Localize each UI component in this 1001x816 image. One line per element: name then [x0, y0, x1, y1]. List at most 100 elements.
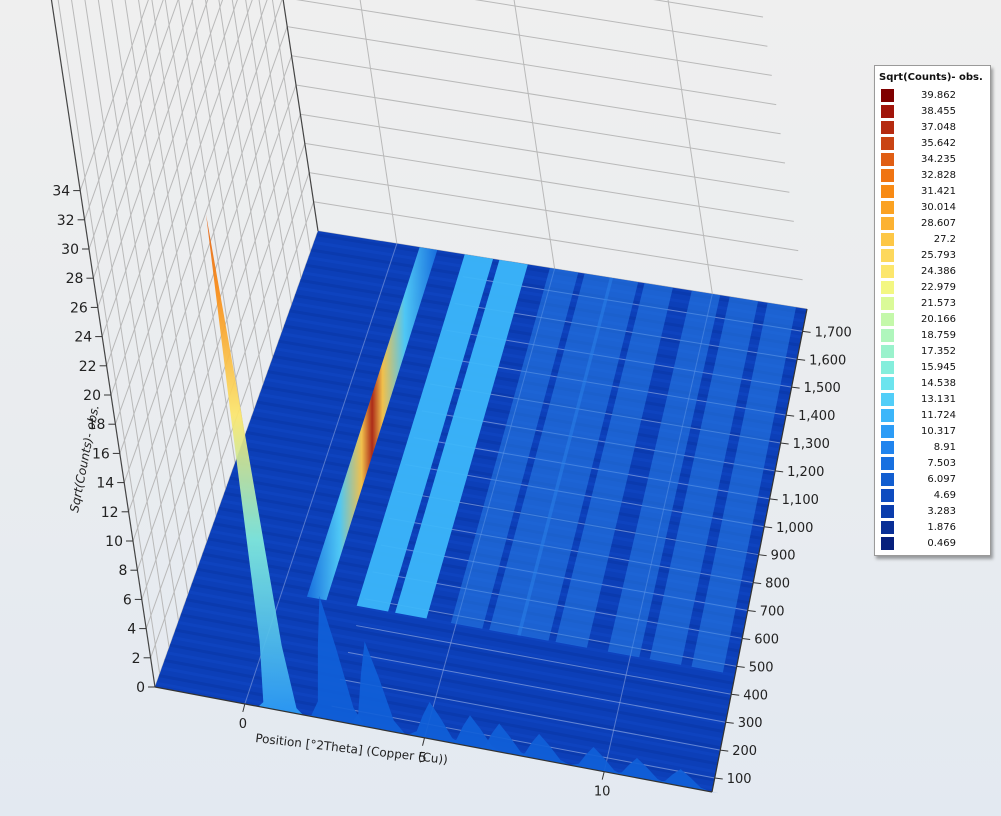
- backwall-line-x-2: [667, 0, 713, 294]
- legend-swatch: [881, 104, 894, 118]
- z-tick-label-12: 24: [74, 330, 92, 346]
- legend-swatch: [881, 440, 894, 454]
- y-tick-label-9: 1,000: [776, 521, 813, 536]
- legend-swatch: [881, 296, 894, 310]
- x-tick-label-0: 0: [239, 717, 247, 732]
- y-tick-label-12: 1,300: [793, 437, 830, 452]
- legend-item: 6.097: [881, 471, 986, 487]
- legend-swatch: [881, 408, 894, 422]
- y-tick-14: [791, 386, 800, 389]
- y-tick-5: [742, 637, 751, 640]
- z-tick-label-14: 28: [66, 271, 84, 287]
- legend-item: 31.421: [881, 183, 986, 199]
- backwall-line-x-0: [359, 0, 398, 244]
- y-tick-label-14: 1,500: [804, 381, 841, 396]
- legend-label: 25.793: [921, 249, 956, 261]
- backwall-line-z-3: [304, 142, 794, 222]
- y-tick-10: [769, 498, 778, 501]
- y-tick-label-1: 200: [732, 744, 757, 759]
- backwall-line-z-4: [300, 113, 790, 193]
- backwall-line-x-1: [513, 0, 556, 269]
- x-tick-label-2: 10: [594, 785, 611, 800]
- legend-label: 8.91: [933, 441, 956, 453]
- legend-swatch: [881, 88, 894, 102]
- wall-line-y-12: [218, 0, 274, 358]
- legend-swatch: [881, 312, 894, 326]
- backwall-line-z-7: [287, 26, 777, 106]
- legend-item: 15.945: [881, 359, 986, 375]
- legend-swatch: [881, 360, 894, 374]
- y-tick-label-8: 900: [771, 549, 796, 564]
- legend-label: 7.503: [927, 457, 956, 469]
- wall-line-y-1: [71, 0, 170, 648]
- z-tick-label-5: 10: [105, 534, 123, 550]
- legend-swatch: [881, 504, 894, 518]
- y-tick-label-3: 400: [743, 688, 768, 703]
- legend-item: 13.131: [881, 391, 986, 407]
- z-tick-label-7: 14: [96, 476, 114, 492]
- legend-label: 21.573: [921, 297, 956, 309]
- y-tick-15: [797, 358, 806, 361]
- legend-item: 22.979: [881, 279, 986, 295]
- y-tick-label-16: 1,700: [815, 325, 852, 340]
- legend-swatch: [881, 520, 894, 534]
- legend-label: 37.048: [921, 121, 956, 133]
- legend-item: 7.503: [881, 455, 986, 471]
- legend-label: 39.862: [921, 89, 956, 101]
- legend-item: 25.793: [881, 247, 986, 263]
- legend-item: 34.235: [881, 151, 986, 167]
- y-tick-11: [775, 470, 784, 473]
- legend-swatch: [881, 456, 894, 470]
- z-tick-label-11: 22: [79, 359, 97, 375]
- color-legend: Sqrt(Counts)- obs. 39.862 38.455 37.048 35.…: [874, 65, 991, 556]
- legend-item: 38.455: [881, 103, 986, 119]
- y-tick-label-15: 1,600: [809, 353, 846, 368]
- legend-items: 39.862 38.455 37.048 35.642 34.235 32.828 31.4…: [875, 87, 990, 555]
- legend-label: 35.642: [921, 137, 956, 149]
- backwall-line-z-2: [309, 172, 799, 252]
- legend-swatch: [881, 136, 894, 150]
- legend-swatch: [881, 248, 894, 262]
- z-axis-edge-1: [282, 0, 319, 232]
- y-tick-label-0: 100: [727, 772, 752, 787]
- legend-item: 24.386: [881, 263, 986, 279]
- z-tick-label-3: 6: [123, 592, 132, 608]
- z-tick-label-8: 16: [92, 446, 110, 462]
- legend-swatch: [881, 472, 894, 486]
- backwall-line-z-10: [653, 0, 764, 18]
- legend-label: 34.235: [921, 153, 956, 165]
- z-tick-label-0: 0: [136, 680, 145, 696]
- backwall-line-z-9: [474, 0, 768, 47]
- y-tick-13: [786, 414, 795, 417]
- backwall-line-z-5: [295, 84, 786, 164]
- legend-swatch: [881, 328, 894, 342]
- x-tick-0: [242, 703, 246, 713]
- z-tick-label-16: 32: [57, 213, 75, 229]
- legend-label: 18.759: [921, 329, 956, 341]
- legend-item: 4.69: [881, 487, 986, 503]
- y-tick-label-10: 1,100: [782, 493, 819, 508]
- legend-label: 4.69: [933, 489, 956, 501]
- x-tick-1: [422, 737, 426, 746]
- legend-item: 28.607: [881, 215, 986, 231]
- legend-swatch: [881, 200, 894, 214]
- legend-item: 0.469: [881, 535, 986, 551]
- y-tick-0: [714, 777, 723, 780]
- legend-swatch: [881, 424, 894, 438]
- legend-item: 37.048: [881, 119, 986, 135]
- legend-swatch: [881, 264, 894, 278]
- legend-item: 35.642: [881, 135, 986, 151]
- legend-label: 3.283: [927, 505, 956, 517]
- legend-label: 14.538: [921, 377, 956, 389]
- y-tick-label-5: 600: [754, 632, 779, 647]
- legend-label: 22.979: [921, 281, 956, 293]
- legend-label: 11.724: [921, 409, 956, 421]
- legend-item: 1.876: [881, 519, 986, 535]
- z-tick-label-17: 34: [52, 184, 70, 200]
- legend-label: 0.469: [927, 537, 956, 549]
- legend-item: 39.862: [881, 87, 986, 103]
- z-tick-label-4: 8: [118, 563, 127, 579]
- legend-label: 24.386: [921, 265, 956, 277]
- y-tick-label-2: 300: [738, 716, 763, 731]
- legend-label: 38.455: [921, 105, 956, 117]
